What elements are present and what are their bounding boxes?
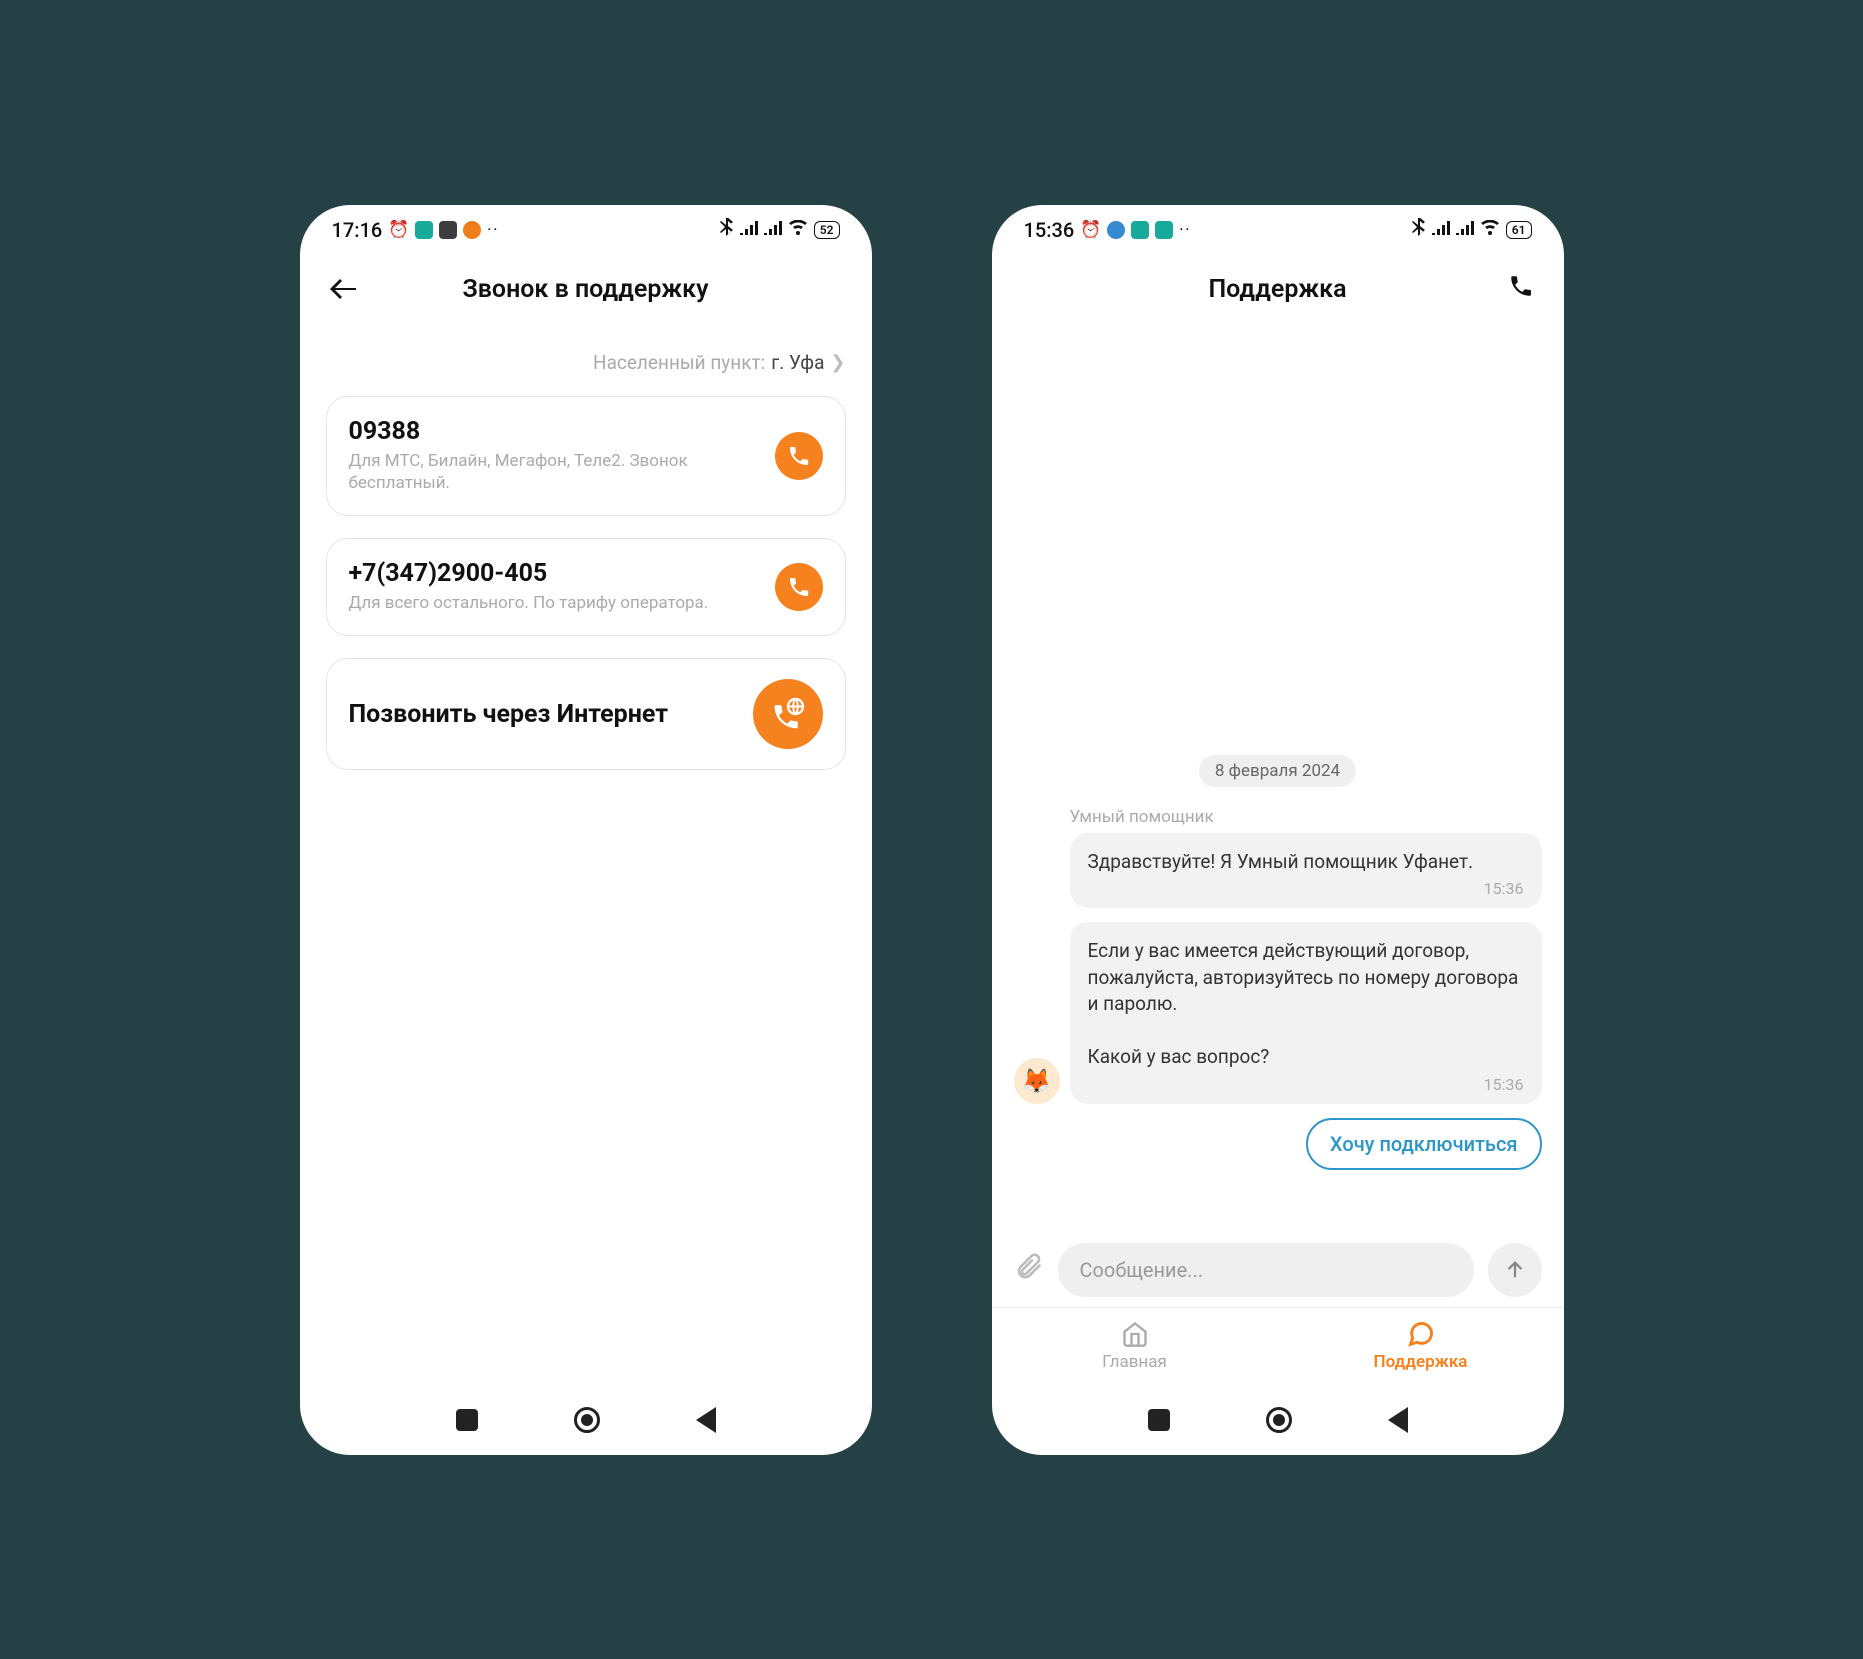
- signal-icon: [1432, 220, 1450, 240]
- tab-support-label: Поддержка: [1374, 1352, 1468, 1372]
- locality-value: г. Уфа: [771, 351, 824, 374]
- tab-support[interactable]: Поддержка: [1278, 1308, 1564, 1385]
- page-title: Звонок в поддержку: [462, 275, 708, 304]
- page-title: Поддержка: [1208, 275, 1346, 304]
- message-placeholder: Сообщение...: [1080, 1258, 1204, 1282]
- quick-reply-button[interactable]: Хочу подключиться: [1306, 1118, 1542, 1170]
- phone-desc: Для всего остального. По тарифу оператор…: [349, 592, 761, 615]
- app-header: Поддержка: [992, 255, 1564, 325]
- battery-icon: 61: [1506, 221, 1532, 239]
- call-card-short[interactable]: 09388 Для МТС, Билайн, Мегафон, Теле2. З…: [326, 396, 846, 517]
- phone-number: +7(347)2900-405: [349, 559, 761, 588]
- back-button[interactable]: [330, 273, 356, 306]
- tab-home-label: Главная: [1102, 1352, 1167, 1372]
- bottom-nav: Главная Поддержка: [992, 1307, 1564, 1385]
- attach-icon[interactable]: [1014, 1251, 1044, 1289]
- chat-body: 8 февраля 2024 Умный помощник 🦊 Здравств…: [992, 325, 1564, 1225]
- app-header: Звонок в поддержку: [300, 255, 872, 325]
- status-more-icon: ··: [1179, 222, 1191, 238]
- battery-icon: 52: [814, 221, 840, 239]
- chat-message: Если у вас имеется действующий договор, …: [1070, 922, 1542, 1104]
- signal-icon: [740, 220, 758, 240]
- system-nav-bar: [300, 1385, 872, 1455]
- phone-desc: Для МТС, Билайн, Мегафон, Теле2. Звонок …: [349, 450, 761, 496]
- date-divider: 8 февраля 2024: [1199, 755, 1356, 787]
- phone-number: 09388: [349, 417, 761, 446]
- locality-label: Населенный пункт:: [593, 351, 765, 374]
- phone-support-chat: 15:36 ⏰ ·· 61: [992, 205, 1564, 1455]
- status-app-icon: [415, 221, 433, 239]
- internet-call-button[interactable]: [753, 679, 823, 749]
- bot-avatar: 🦊: [1014, 1058, 1060, 1104]
- chat-message: Здравствуйте! Я Умный помощник Уфанет. 1…: [1070, 833, 1542, 909]
- status-more-icon: ··: [487, 222, 499, 238]
- recents-button[interactable]: [456, 1409, 478, 1431]
- locality-selector[interactable]: Населенный пункт: г. Уфа ❯: [326, 351, 846, 374]
- tab-home[interactable]: Главная: [992, 1308, 1278, 1385]
- message-text: Здравствуйте! Я Умный помощник Уфанет.: [1088, 849, 1524, 876]
- status-app-icon: [1155, 221, 1173, 239]
- back-system-button[interactable]: [696, 1407, 716, 1433]
- wifi-icon: [788, 220, 808, 240]
- home-button[interactable]: [574, 1407, 600, 1433]
- bluetooth-icon: [1412, 218, 1426, 241]
- signal-icon: [764, 220, 782, 240]
- message-input[interactable]: Сообщение...: [1058, 1243, 1474, 1297]
- sender-name: Умный помощник: [1070, 807, 1542, 827]
- call-button[interactable]: [775, 432, 823, 480]
- status-app-icon: [1107, 221, 1125, 239]
- bluetooth-icon: [720, 218, 734, 241]
- message-time: 15:36: [1088, 1075, 1524, 1094]
- alarm-icon: ⏰: [388, 220, 409, 240]
- message-text: Если у вас имеется действующий договор, …: [1088, 938, 1524, 1071]
- recents-button[interactable]: [1148, 1409, 1170, 1431]
- chevron-right-icon: ❯: [830, 352, 845, 373]
- status-time: 17:16: [332, 218, 383, 242]
- internet-call-title: Позвонить через Интернет: [349, 699, 739, 730]
- status-bar: 15:36 ⏰ ·· 61: [992, 205, 1564, 255]
- wifi-icon: [1480, 220, 1500, 240]
- system-nav-bar: [992, 1385, 1564, 1455]
- alarm-icon: ⏰: [1080, 220, 1101, 240]
- status-app-icon: [463, 221, 481, 239]
- home-button[interactable]: [1266, 1407, 1292, 1433]
- message-composer: Сообщение...: [992, 1225, 1564, 1307]
- call-card-full[interactable]: +7(347)2900-405 Для всего остального. По…: [326, 538, 846, 636]
- signal-icon: [1456, 220, 1474, 240]
- status-app-icon: [1131, 221, 1149, 239]
- send-button[interactable]: [1488, 1243, 1542, 1297]
- call-icon-button[interactable]: [1508, 273, 1534, 306]
- call-card-internet[interactable]: Позвонить через Интернет: [326, 658, 846, 770]
- status-app-icon: [439, 221, 457, 239]
- call-button[interactable]: [775, 563, 823, 611]
- back-system-button[interactable]: [1388, 1407, 1408, 1433]
- message-time: 15:36: [1088, 879, 1524, 898]
- status-bar: 17:16 ⏰ ·· 52: [300, 205, 872, 255]
- status-time: 15:36: [1024, 218, 1075, 242]
- phone-call-support: 17:16 ⏰ ·· 52: [300, 205, 872, 1455]
